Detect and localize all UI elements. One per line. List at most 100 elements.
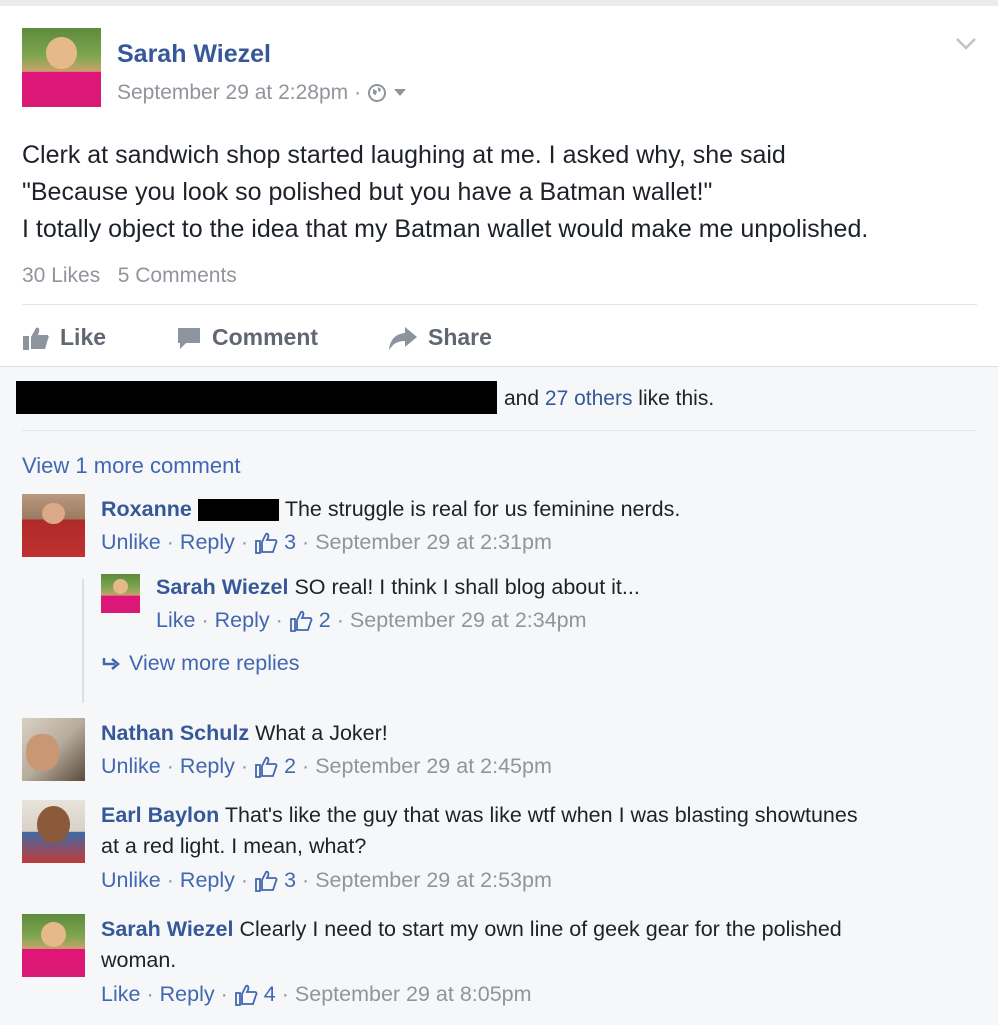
comment-label: Comment: [212, 324, 319, 350]
comment-author[interactable]: Sarah Wiezel: [101, 917, 233, 941]
view-more-replies-label: View more replies: [129, 651, 300, 675]
comment-text: What a Joker!: [255, 721, 388, 745]
comment-author[interactable]: Nathan Schulz: [101, 721, 249, 745]
meta-separator: ·: [166, 754, 174, 778]
meta-separator: ·: [275, 608, 283, 632]
like-label: Like: [60, 324, 107, 350]
meta-separator: ·: [240, 754, 249, 778]
meta-separator: ·: [240, 868, 249, 892]
unlike-link[interactable]: Unlike: [101, 868, 161, 893]
divider: [22, 304, 977, 305]
reply-link[interactable]: Reply: [180, 868, 235, 893]
comment-meta: Unlike · Reply · 2 · September 29 at 2:4…: [101, 754, 552, 779]
reply-body: Sarah Wiezel SO real! I think I shall bl…: [156, 572, 640, 603]
post-text-line: I totally object to the idea that my Bat…: [22, 215, 869, 243]
meta-separator: ·: [354, 81, 362, 104]
reply-link[interactable]: Reply: [215, 608, 270, 633]
comment-like-count[interactable]: 4: [264, 982, 276, 1007]
meta-separator: ·: [302, 754, 310, 778]
reply-like-count[interactable]: 2: [319, 608, 331, 633]
post-stats: 30 Likes 5 Comments: [22, 264, 237, 288]
share-arrow-icon: [389, 326, 417, 350]
comment-like-count[interactable]: 3: [284, 868, 296, 893]
commenter-avatar[interactable]: [22, 718, 85, 781]
thumbs-up-outline-icon[interactable]: [234, 983, 258, 1007]
comment-meta: Unlike · Reply · 3 · September 29 at 2:5…: [101, 868, 552, 893]
view-more-replies-link[interactable]: View more replies: [101, 651, 299, 676]
redacted-surname: [197, 498, 279, 521]
unlike-link[interactable]: Unlike: [101, 754, 161, 779]
reply-link[interactable]: Reply: [180, 754, 235, 779]
comment-text: The struggle is real for us feminine ner…: [284, 497, 681, 521]
likes-count[interactable]: 30 Likes: [22, 264, 100, 287]
others-link[interactable]: 27 others: [545, 387, 633, 410]
share-label: Share: [428, 324, 492, 350]
comment-body: Sarah Wiezel Clearly I need to start my …: [101, 914, 842, 976]
reply-arrow-icon: [102, 657, 120, 670]
comment-author[interactable]: Earl Baylon: [101, 803, 219, 827]
thumbs-up-icon: [23, 327, 49, 350]
reply-timestamp[interactable]: September 29 at 2:34pm: [350, 608, 587, 633]
unlike-link[interactable]: Unlike: [101, 530, 161, 555]
globe-icon[interactable]: [367, 83, 387, 103]
reply-link[interactable]: Reply: [160, 982, 215, 1007]
comment-text: That's like the guy that was like wtf wh…: [224, 803, 858, 827]
comment-meta: Unlike · Reply · 3 · September 29 at 2:3…: [101, 530, 552, 555]
reply-thread-line: [82, 579, 84, 703]
meta-separator: ·: [302, 530, 310, 554]
comment-timestamp[interactable]: September 29 at 8:05pm: [295, 982, 532, 1007]
likes-and: and: [504, 387, 540, 410]
post-timestamp[interactable]: September 29 at 2:28pm: [117, 81, 348, 105]
chevron-down-icon[interactable]: [954, 36, 978, 52]
thumbs-up-outline-icon[interactable]: [254, 531, 278, 555]
commenter-avatar[interactable]: [22, 494, 85, 557]
comment-like-count[interactable]: 3: [284, 530, 296, 555]
comment-meta: Like · Reply · 4 · September 29 at 8:05p…: [101, 982, 532, 1007]
commenter-avatar[interactable]: [22, 800, 85, 863]
post-meta: September 29 at 2:28pm ·: [117, 81, 407, 105]
divider: [22, 430, 977, 431]
comments-count[interactable]: 5 Comments: [118, 264, 237, 287]
commenter-avatar[interactable]: [22, 914, 85, 977]
reply-meta: Like · Reply · 2 · September 29 at 2:34p…: [156, 608, 587, 633]
like-link[interactable]: Like: [101, 982, 140, 1007]
like-link[interactable]: Like: [156, 608, 195, 633]
like-button[interactable]: Like: [22, 324, 106, 351]
view-more-comments-link[interactable]: View 1 more comment: [22, 453, 240, 479]
likes-suffix: like this.: [638, 387, 715, 410]
comment-timestamp[interactable]: September 29 at 2:53pm: [315, 868, 552, 893]
reply-author[interactable]: Sarah Wiezel: [156, 575, 288, 599]
comment-body: Nathan Schulz What a Joker!: [101, 718, 388, 749]
comment-like-count[interactable]: 2: [284, 754, 296, 779]
meta-separator: ·: [302, 868, 310, 892]
comment-timestamp[interactable]: September 29 at 2:31pm: [315, 530, 552, 555]
meta-separator: ·: [166, 868, 174, 892]
post-text-line: Clerk at sandwich shop started laughing …: [22, 141, 786, 169]
meta-separator: ·: [146, 982, 154, 1006]
reply-text: SO real! I think I shall blog about it..…: [294, 575, 640, 599]
share-button[interactable]: Share: [388, 324, 492, 351]
comment-icon: [178, 327, 200, 349]
comment-line: Earl Baylon That's like the guy that was…: [101, 800, 858, 831]
author-avatar[interactable]: [22, 28, 101, 107]
post-author[interactable]: Sarah Wiezel: [117, 40, 271, 69]
comment-timestamp[interactable]: September 29 at 2:45pm: [315, 754, 552, 779]
meta-separator: ·: [281, 982, 289, 1006]
meta-separator: ·: [220, 982, 228, 1006]
thumbs-up-outline-icon[interactable]: [254, 755, 278, 779]
comment-author[interactable]: Roxanne: [101, 494, 192, 525]
meta-separator: ·: [240, 530, 249, 554]
comment-text: Clearly I need to start my own line of g…: [239, 917, 842, 941]
audience-dropdown-icon[interactable]: [393, 88, 407, 98]
comment-button[interactable]: Comment: [176, 324, 318, 351]
comment-body: Earl Baylon That's like the guy that was…: [101, 800, 858, 862]
post-card: Sarah Wiezel September 29 at 2:28pm · Cl…: [0, 6, 998, 1025]
meta-separator: ·: [166, 530, 174, 554]
likes-summary: and 27 others like this.: [504, 387, 714, 411]
comment-text-continued: woman.: [101, 948, 177, 972]
reply-avatar[interactable]: [101, 574, 140, 613]
thumbs-up-outline-icon[interactable]: [289, 609, 313, 633]
comment-text-continued: at a red light. I mean, what?: [101, 834, 367, 858]
thumbs-up-outline-icon[interactable]: [254, 869, 278, 893]
reply-link[interactable]: Reply: [180, 530, 235, 555]
